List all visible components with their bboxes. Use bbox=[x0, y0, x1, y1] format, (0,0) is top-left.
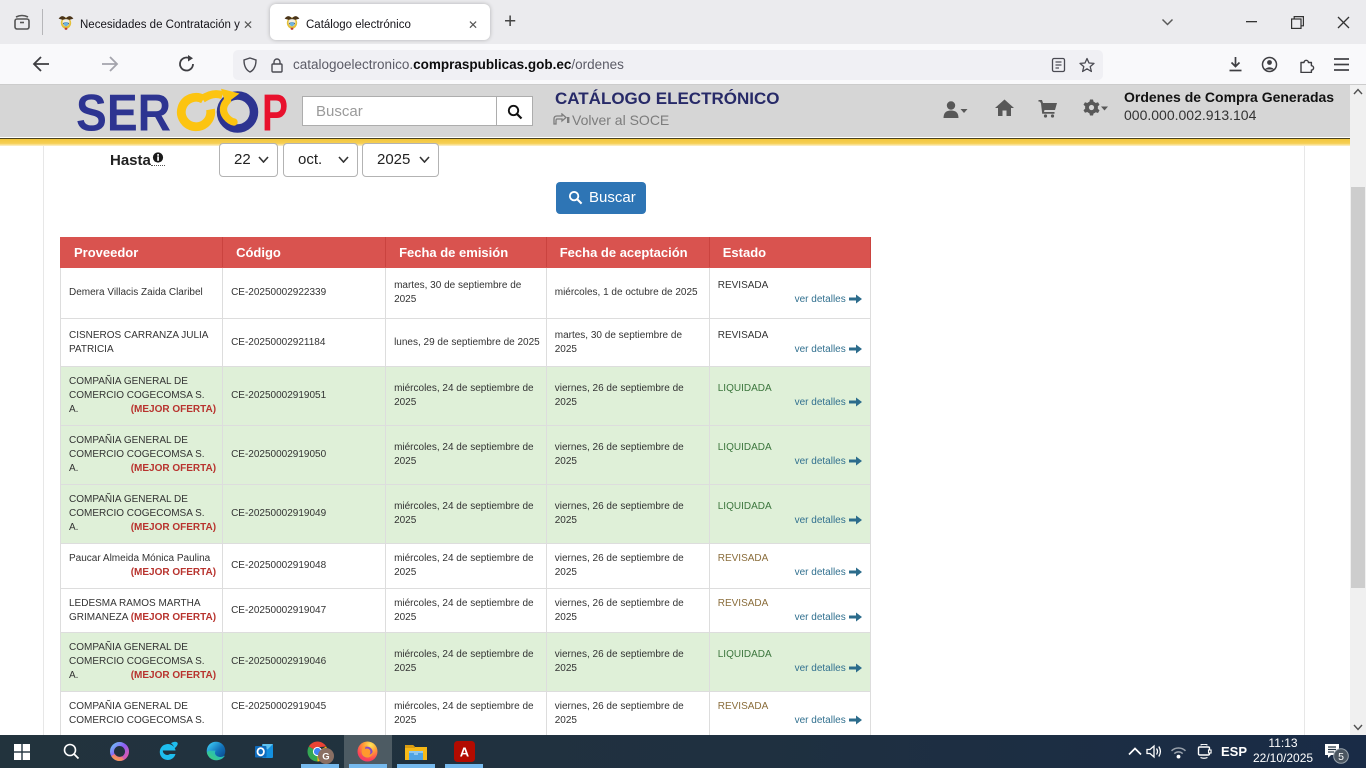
svg-text:5: 5 bbox=[1338, 751, 1344, 763]
svg-text:SER: SER bbox=[76, 88, 171, 136]
svg-text:A: A bbox=[460, 745, 470, 760]
svg-text:G: G bbox=[322, 752, 329, 763]
svg-text:P: P bbox=[262, 88, 288, 136]
